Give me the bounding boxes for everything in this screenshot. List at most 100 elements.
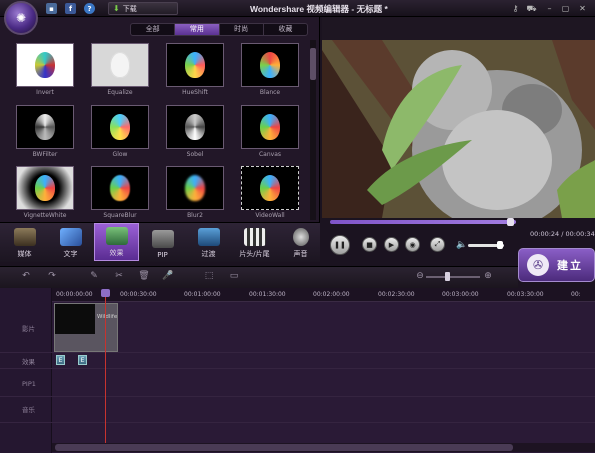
media-icon (13, 228, 36, 246)
effect-thumb-blance[interactable] (241, 43, 299, 87)
balloon-icon (260, 175, 280, 201)
effect-thumb-glow[interactable] (91, 105, 149, 149)
ruler-tick: 00:01:00:00 (184, 291, 221, 298)
balloon-icon (35, 52, 55, 78)
category-pip[interactable]: PIP (140, 223, 185, 261)
zoom-in-icon[interactable]: ⊕ (482, 270, 494, 282)
effect-label: HueShift (182, 89, 208, 96)
facebook-icon[interactable]: f (65, 3, 76, 14)
volume-icon[interactable]: 🔈 (456, 240, 467, 250)
pause-button[interactable]: ❚❚ (330, 235, 350, 255)
balloon-icon (260, 114, 280, 140)
track-label-effects: 效果 (22, 358, 35, 366)
tab-all[interactable]: 全部 (131, 24, 176, 35)
fullscreen-button[interactable]: ⤢ (430, 237, 445, 252)
minimize-icon[interactable]: – (544, 3, 555, 14)
window-title: Wondershare 视频编辑器 - 无标题 * (250, 4, 388, 14)
category-label: 片头/片尾 (239, 250, 270, 258)
playhead-handle[interactable] (101, 289, 110, 297)
tab-fashion[interactable]: 时尚 (220, 24, 264, 35)
effect-thumb-blur2[interactable] (166, 166, 224, 210)
track-label-pip1: PIP1 (22, 380, 36, 388)
effect-thumb-hueshift[interactable] (166, 43, 224, 87)
effect-thumb-sobel[interactable] (166, 105, 224, 149)
effect-thumb-equalize[interactable] (91, 43, 149, 87)
cart-icon[interactable]: ⛟ (526, 3, 537, 14)
download-label: 下载 (122, 4, 137, 13)
track-label-music: 音乐 (22, 406, 35, 414)
effect-marker[interactable]: E (56, 355, 65, 365)
ruler-tick: 00:03:30:00 (507, 291, 544, 298)
next-frame-button[interactable]: ▶ (384, 237, 399, 252)
track-divider (0, 396, 595, 397)
time-readout: 00:00:24 / 00:00:34 (530, 230, 595, 238)
playhead[interactable] (105, 293, 106, 443)
effect-label: VignetteWhite (23, 212, 67, 219)
category-label: 文字 (63, 250, 78, 258)
save-icon[interactable]: ▪ (46, 3, 57, 14)
video-clip-thumbnail (55, 304, 95, 334)
tab-favorites[interactable]: 收藏 (264, 24, 307, 35)
download-icon: ⬇ (113, 4, 120, 13)
split-screen-icon[interactable]: ▭ (228, 270, 240, 282)
delete-icon[interactable]: 🗑 (138, 270, 150, 282)
create-button[interactable]: ✇ 建立 (518, 248, 595, 282)
volume-knob[interactable] (497, 241, 504, 249)
crop-icon[interactable]: ⬚ (203, 270, 215, 282)
effect-thumb-invert[interactable] (16, 43, 74, 87)
zoom-knob[interactable] (445, 272, 450, 281)
category-effects[interactable]: 效果 (94, 223, 139, 261)
download-button[interactable]: ⬇ 下载 (108, 2, 178, 15)
category-transition[interactable]: 过渡 (186, 223, 231, 261)
track-divider (0, 422, 595, 423)
effect-label: Equalize (107, 89, 133, 96)
ruler-tick: 00:00:00:00 (56, 291, 93, 298)
effects-scrollbar-thumb[interactable] (310, 48, 316, 80)
preview-header (322, 17, 595, 40)
zoom-out-icon[interactable]: ⊖ (414, 270, 426, 282)
cut-icon[interactable]: ✂ (113, 270, 125, 282)
effect-label: Blur2 (187, 212, 203, 219)
help-icon[interactable]: ? (84, 3, 95, 14)
maximize-icon[interactable]: ▢ (560, 3, 571, 14)
category-text[interactable]: 文字 (48, 223, 93, 261)
effect-thumb-canvas[interactable] (241, 105, 299, 149)
category-media[interactable]: 媒体 (2, 223, 47, 261)
effects-icon (105, 227, 128, 245)
record-voice-icon[interactable]: 🎤 (162, 270, 174, 282)
category-label: PIP (157, 251, 168, 259)
timeline-scrollbar-thumb[interactable] (55, 444, 513, 451)
effect-thumb-vignettewhite[interactable] (16, 166, 74, 210)
ruler-tick: 00:02:30:00 (378, 291, 415, 298)
ruler-tick: 00:03:00:00 (442, 291, 479, 298)
zoom-slider[interactable] (426, 276, 480, 278)
effect-thumb-squareblur[interactable] (91, 166, 149, 210)
stop-button[interactable]: ■ (362, 237, 377, 252)
effect-label: Glow (112, 151, 128, 158)
effect-thumb-videowall[interactable] (241, 166, 299, 210)
balloon-icon (185, 52, 205, 78)
playback-progress-bar[interactable] (330, 220, 516, 224)
ruler-tick: 00:00:30:00 (120, 291, 157, 298)
category-audio[interactable]: 声音 (278, 223, 323, 261)
category-intro-credits[interactable]: 片头/片尾 (232, 223, 277, 261)
playback-progress-knob[interactable] (507, 218, 515, 226)
balloon-icon (185, 175, 205, 201)
edit-icon[interactable]: ✎ (88, 270, 100, 282)
undo-icon[interactable]: ↶ (20, 270, 32, 282)
tab-common[interactable]: 常用 (175, 24, 220, 35)
close-icon[interactable]: ✕ (577, 3, 588, 14)
effect-label: Blance (259, 89, 281, 96)
film-reel-icon: ✇ (527, 254, 549, 276)
track-divider (0, 352, 595, 353)
balloon-icon (35, 114, 55, 140)
microphone-icon (292, 228, 309, 246)
app-logo[interactable]: ✺ (4, 1, 38, 35)
effect-marker[interactable]: E (78, 355, 87, 365)
effect-thumb-bwfilter[interactable] (16, 105, 74, 149)
track-headers (0, 288, 52, 453)
clapper-icon (243, 228, 266, 246)
key-icon[interactable]: ⚷ (510, 3, 521, 14)
redo-icon[interactable]: ↷ (46, 270, 58, 282)
snapshot-button[interactable]: ◉ (405, 237, 420, 252)
